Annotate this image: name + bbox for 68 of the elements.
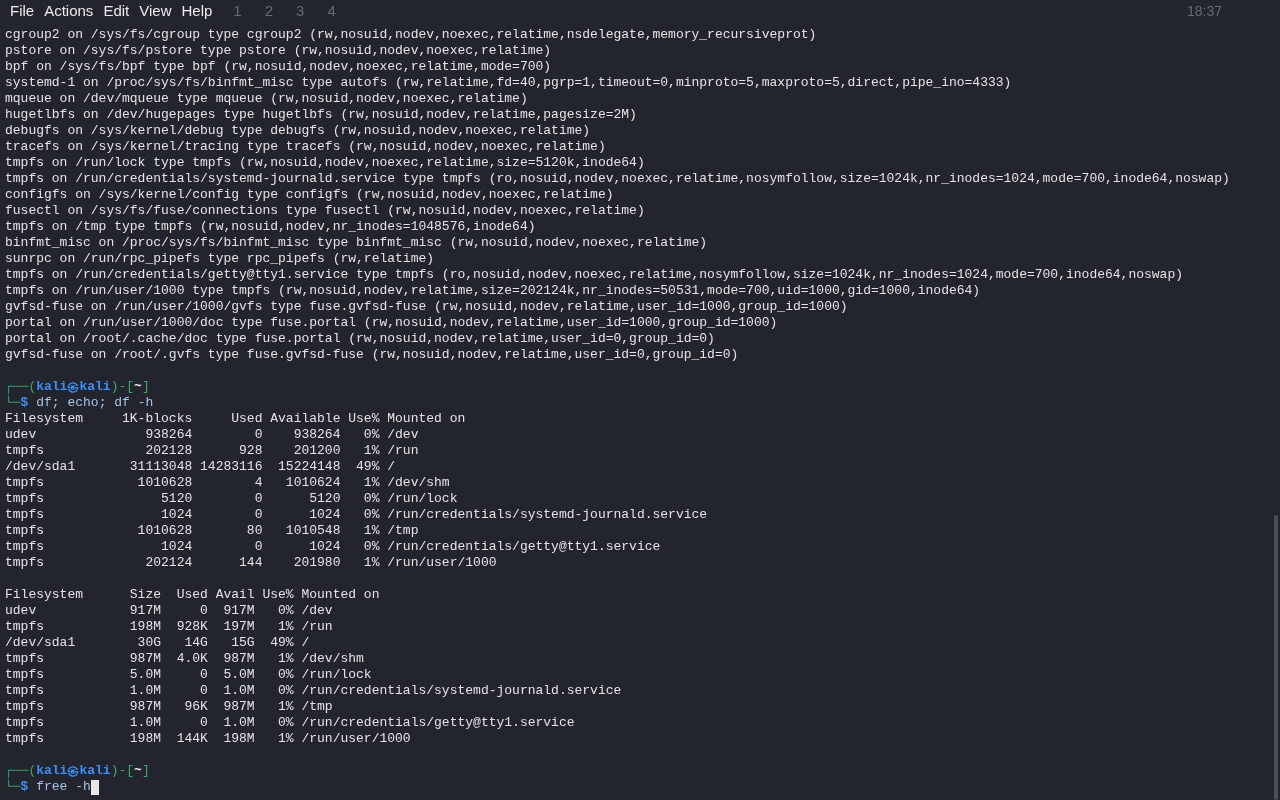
prompt-frame: ┌──( (5, 763, 37, 779)
output-line: configfs on /sys/kernel/config type configfs (rw,nosuid,nodev,noexec,relatime) (5, 187, 614, 203)
prompt-host: kali (79, 379, 111, 395)
menu-item[interactable]: File (5, 1, 40, 21)
output-line: tracefs on /sys/kernel/tracing type tracefs (rw,nosuid,nodev,noexec,relatime) (5, 139, 606, 155)
output-line: tmpfs 987M 4.0K 987M 1% /dev/shm (5, 651, 364, 667)
output-line: /dev/sda1 30G 14G 15G 49% / (5, 635, 310, 651)
menu-item[interactable]: Help (176, 1, 218, 21)
menu-item[interactable]: View (134, 1, 177, 21)
output-line: gvfsd-fuse on /run/user/1000/gvfs type fuse.gvfsd-fuse (rw,nosuid,nodev,relatime,user_id=1000,group_id=1000) (5, 299, 848, 315)
prompt-frame: ┌──( (5, 379, 37, 395)
output-line: Filesystem Size Used Avail Use% Mounted on (5, 587, 380, 603)
output-line: udev 917M 0 917M 0% /dev (5, 603, 333, 619)
output-line: tmpfs on /tmp type tmpfs (rw,nosuid,nodev,nr_inodes=1048576,inode64) (5, 219, 536, 235)
prompt-user: kali (36, 379, 68, 395)
output-line: tmpfs 202124 144 201980 1% /run/user/1000 (5, 555, 497, 571)
menu-item[interactable]: Edit (98, 1, 135, 21)
menu-item[interactable]: Actions (39, 1, 99, 21)
prompt-frame: )-[ (110, 379, 135, 395)
output-line: cgroup2 on /sys/fs/cgroup type cgroup2 (rw,nosuid,nodev,noexec,relatime,nsdelegate,memory_recursiveprot) (5, 27, 817, 43)
output-line: tmpfs on /run/lock type tmpfs (rw,nosuid,nodev,noexec,relatime,size=5120k,inode64) (5, 155, 645, 171)
prompt-host: kali (79, 763, 111, 779)
output-line: udev 938264 0 938264 0% /dev (5, 427, 419, 443)
output-line: mqueue on /dev/mqueue type mqueue (rw,nosuid,nodev,noexec,relatime) (5, 91, 528, 107)
prompt-frame: )-[ (110, 763, 135, 779)
output-line: tmpfs 1024 0 1024 0% /run/credentials/getty@tty1.service (5, 539, 661, 555)
output-line: fusectl on /sys/fs/fuse/connections type fusectl (rw,nosuid,nodev,noexec,relatime) (5, 203, 645, 219)
output-line: tmpfs 5.0M 0 5.0M 0% /run/lock (5, 667, 372, 683)
output-line: tmpfs on /run/credentials/systemd-journald.service type tmpfs (ro,nosuid,nodev,noexec,relatime,nosymfollow,size=1024k,nr_inodes=1024,mode=700,inode64,noswap) (5, 171, 1230, 187)
prompt-symbol: ㉿ (67, 763, 80, 779)
prompt-frame: └─ (5, 779, 21, 795)
prompt-sigil: $ (20, 779, 29, 795)
prompt-symbol: ㉿ (67, 379, 80, 395)
panel-clock: 18:37 (1186, 1, 1222, 21)
output-line: tmpfs 1024 0 1024 0% /run/credentials/systemd-journald.service (5, 507, 708, 523)
prompt-frame: └─ (5, 395, 21, 411)
output-line: tmpfs 1010628 80 1010548 1% /tmp (5, 523, 419, 539)
output-line: pstore on /sys/fs/pstore type pstore (rw,nosuid,nodev,noexec,relatime) (5, 43, 552, 59)
output-line: bpf on /sys/fs/bpf type bpf (rw,nosuid,nodev,noexec,relatime,mode=700) (5, 59, 552, 75)
output-line: /dev/sda1 31113048 14283116 15224148 49% / (5, 459, 396, 475)
output-line: portal on /root/.cache/doc type fuse.portal (rw,nosuid,nodev,relatime,user_id=0,group_id=0) (5, 331, 715, 347)
prompt-frame: ] (141, 763, 150, 779)
output-line: gvfsd-fuse on /root/.gvfs type fuse.gvfsd-fuse (rw,nosuid,nodev,relatime,user_id=0,group_id=0) (5, 347, 739, 363)
output-line: systemd-1 on /proc/sys/fs/binfmt_misc type autofs (rw,relatime,fd=40,pgrp=1,timeout=0,minproto=5,maxproto=5,direct,pipe_ino=4333) (5, 75, 1012, 91)
output-line: tmpfs 5120 0 5120 0% /run/lock (5, 491, 458, 507)
prompt-directory: ~ (134, 379, 142, 395)
output-line: debugfs on /sys/kernel/debug type debugfs (rw,nosuid,nodev,noexec,relatime) (5, 123, 591, 139)
output-line: sunrpc on /run/rpc_pipefs type rpc_pipefs (rw,relatime) (5, 251, 435, 267)
output-line: tmpfs 1010628 4 1010624 1% /dev/shm (5, 475, 450, 491)
output-line: tmpfs 202128 928 201200 1% /run (5, 443, 419, 459)
output-line: tmpfs 198M 928K 197M 1% /run (5, 619, 333, 635)
command-text: free -h (36, 779, 91, 795)
prompt-directory: ~ (134, 763, 142, 779)
output-line: Filesystem 1K-blocks Used Available Use% Mounted on (5, 411, 466, 427)
output-line: portal on /run/user/1000/doc type fuse.portal (rw,nosuid,nodev,relatime,user_id=1000,group_id=1000) (5, 315, 778, 331)
prompt-sigil: $ (20, 395, 29, 411)
command-text: df; echo; df -h (36, 395, 154, 411)
output-line: tmpfs 987M 96K 987M 1% /tmp (5, 699, 333, 715)
output-line: tmpfs on /run/user/1000 type tmpfs (rw,nosuid,nodev,relatime,size=202124k,nr_inodes=50531,mode=700,uid=1000,gid=1000,inode64) (5, 283, 981, 299)
prompt-frame: ] (141, 379, 150, 395)
output-line: hugetlbfs on /dev/hugepages type hugetlbfs (rw,nosuid,nodev,relatime,pagesize=2M) (5, 107, 637, 123)
output-line: tmpfs 198M 144K 198M 1% /run/user/1000 (5, 731, 411, 747)
scrollbar-thumb[interactable] (1274, 515, 1278, 800)
output-line: tmpfs on /run/credentials/getty@tty1.service type tmpfs (ro,nosuid,nodev,noexec,relatime,nosymfollow,size=1024k,nr_inodes=1024,mode=700,inode64,noswap) (5, 267, 1183, 283)
output-line: tmpfs 1.0M 0 1.0M 0% /run/credentials/systemd-journald.service (5, 683, 622, 699)
prompt-user: kali (36, 763, 68, 779)
output-line: tmpfs 1.0M 0 1.0M 0% /run/credentials/getty@tty1.service (5, 715, 575, 731)
output-line: binfmt_misc on /proc/sys/fs/binfmt_misc type binfmt_misc (rw,nosuid,nodev,noexec,relatime) (5, 235, 708, 251)
